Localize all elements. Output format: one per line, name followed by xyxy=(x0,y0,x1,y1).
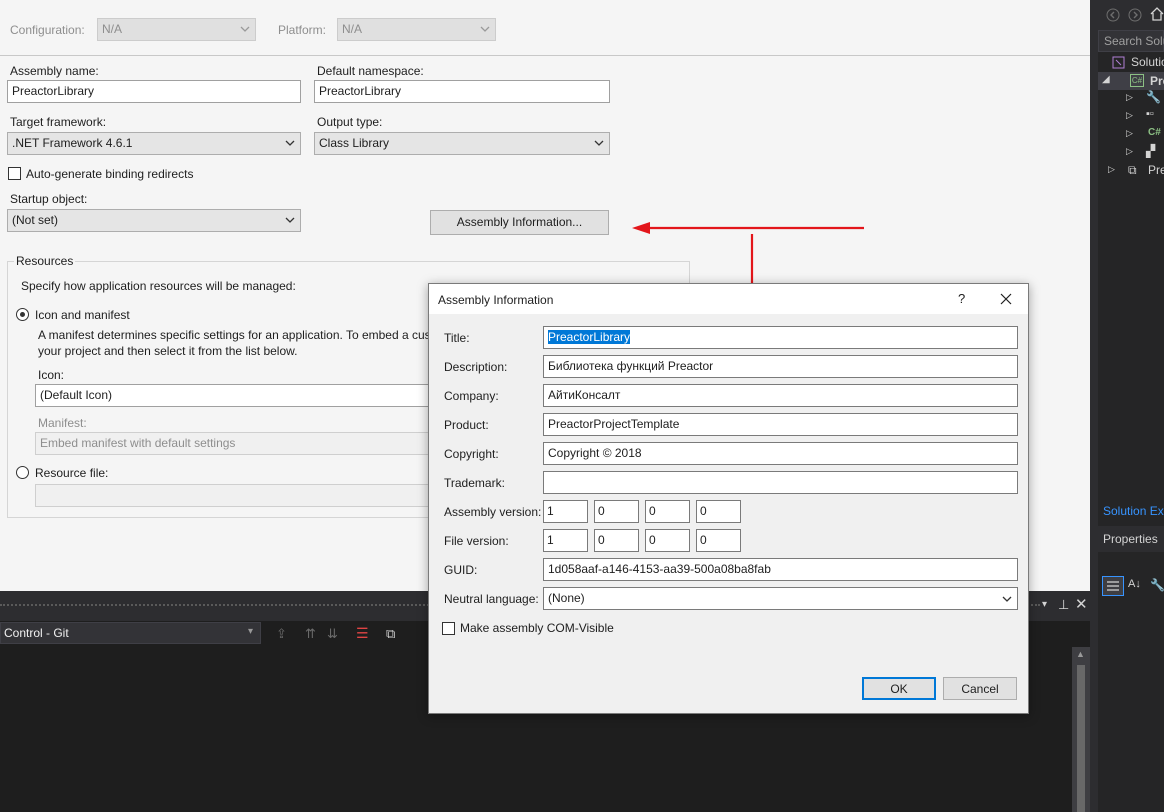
com-visible-label: Make assembly COM-Visible xyxy=(460,621,614,635)
company-input[interactable]: АйтиКонсалт xyxy=(543,384,1018,407)
com-visible-checkbox[interactable] xyxy=(442,622,455,635)
title-input[interactable]: PreactorLibrary xyxy=(543,326,1018,349)
product-input[interactable]: PreactorProjectTemplate xyxy=(543,413,1018,436)
guid-input[interactable]: 1d058aaf-a146-4153-aa39-500a08ba8fab xyxy=(543,558,1018,581)
guid-label: GUID: xyxy=(444,563,478,577)
close-icon[interactable] xyxy=(1000,293,1012,305)
assembly-version-major[interactable]: 1 xyxy=(543,500,588,523)
file-version-label: File version: xyxy=(444,534,509,548)
annotation-arrow-horizontal xyxy=(632,222,864,234)
product-label: Product: xyxy=(444,418,489,432)
neutral-language-label: Neutral language: xyxy=(444,592,539,606)
assembly-version-label: Assembly version: xyxy=(444,505,542,519)
file-version-revision[interactable]: 0 xyxy=(696,529,741,552)
description-label: Description: xyxy=(444,360,508,374)
title-label: Title: xyxy=(444,331,470,345)
assembly-version-revision[interactable]: 0 xyxy=(696,500,741,523)
dialog-title: Assembly Information xyxy=(438,293,554,307)
ok-button[interactable]: OK xyxy=(862,677,936,700)
cancel-button[interactable]: Cancel xyxy=(943,677,1017,700)
assembly-version-build[interactable]: 0 xyxy=(645,500,690,523)
file-version-minor[interactable]: 0 xyxy=(594,529,639,552)
help-button[interactable]: ? xyxy=(958,291,965,306)
assembly-version-minor[interactable]: 0 xyxy=(594,500,639,523)
file-version-group: 1 0 0 0 xyxy=(543,529,743,552)
assembly-information-dialog: Assembly Information ? Title: PreactorLi… xyxy=(428,283,1029,714)
description-input[interactable]: Библиотека функций Preactor xyxy=(543,355,1018,378)
assembly-version-group: 1 0 0 0 xyxy=(543,500,743,523)
file-version-major[interactable]: 1 xyxy=(543,529,588,552)
company-label: Company: xyxy=(444,389,499,403)
trademark-label: Trademark: xyxy=(444,476,505,490)
neutral-language-dropdown[interactable]: (None) xyxy=(543,587,1018,610)
title-value-selected: PreactorLibrary xyxy=(548,330,631,344)
copyright-label: Copyright: xyxy=(444,447,499,461)
dialog-title-bar: Assembly Information ? xyxy=(429,284,1028,314)
chevron-down-icon xyxy=(1002,596,1012,602)
trademark-input[interactable] xyxy=(543,471,1018,494)
copyright-input[interactable]: Copyright © 2018 xyxy=(543,442,1018,465)
neutral-language-value: (None) xyxy=(548,591,585,605)
file-version-build[interactable]: 0 xyxy=(645,529,690,552)
